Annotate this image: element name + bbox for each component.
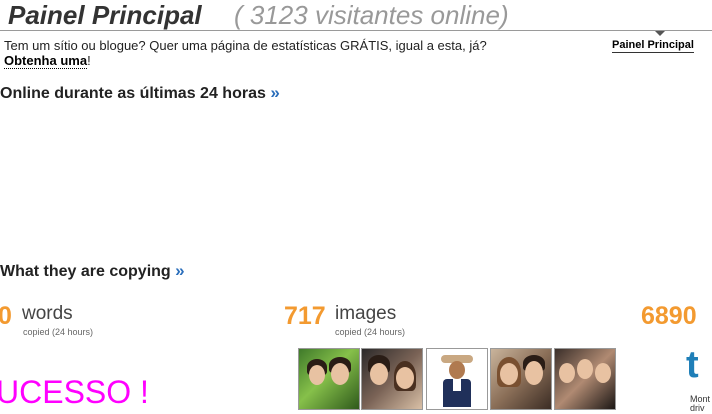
promo-link-suffix: ! xyxy=(87,53,91,68)
thumbnail-couple-photo-3[interactable] xyxy=(490,348,552,410)
success-banner-text: UCESSO ! xyxy=(0,374,149,410)
online-24h-more-link[interactable]: » xyxy=(270,83,279,102)
copying-more-link[interactable]: » xyxy=(175,261,184,280)
images-sublabel: copied (24 hours) xyxy=(335,327,406,337)
copying-heading: What they are copying » xyxy=(0,261,185,281)
promo-link-line: Obtenha uma! xyxy=(4,53,91,69)
words-sublabel: copied (24 hours) xyxy=(23,327,94,337)
thumbnail-group-photo[interactable] xyxy=(554,348,616,410)
partner-logo[interactable]: t xyxy=(686,344,699,387)
get-one-link[interactable]: Obtenha uma xyxy=(4,53,88,69)
visitors-online-count: ( 3123 visitantes online) xyxy=(234,0,509,30)
words-label: words xyxy=(22,303,73,324)
tab-painel-principal[interactable]: Painel Principal xyxy=(612,39,694,53)
thumbnail-man-with-hat-photo[interactable] xyxy=(426,348,488,410)
header-divider xyxy=(0,30,712,31)
words-count: 0 xyxy=(0,302,12,330)
promo-text: Tem um sítio ou blogue? Quer uma página … xyxy=(4,38,487,53)
partner-logo-caption-line2: driv xyxy=(690,403,705,413)
caret-down-icon xyxy=(655,31,665,36)
copying-heading-text: What they are copying xyxy=(0,263,171,280)
third-count: 6890 xyxy=(641,302,697,330)
partner-logo-caption: Mont driv xyxy=(690,395,710,413)
images-label: images xyxy=(335,303,397,324)
online-24h-heading-text: Online durante as últimas 24 horas xyxy=(0,85,266,102)
page-title: Painel Principal xyxy=(8,0,202,30)
images-count: 717 xyxy=(284,302,326,330)
online-24h-heading: Online durante as últimas 24 horas » xyxy=(0,83,280,103)
thumbnail-couple-photo-1[interactable] xyxy=(298,348,360,410)
thumbnail-couple-photo-2[interactable] xyxy=(361,348,423,410)
